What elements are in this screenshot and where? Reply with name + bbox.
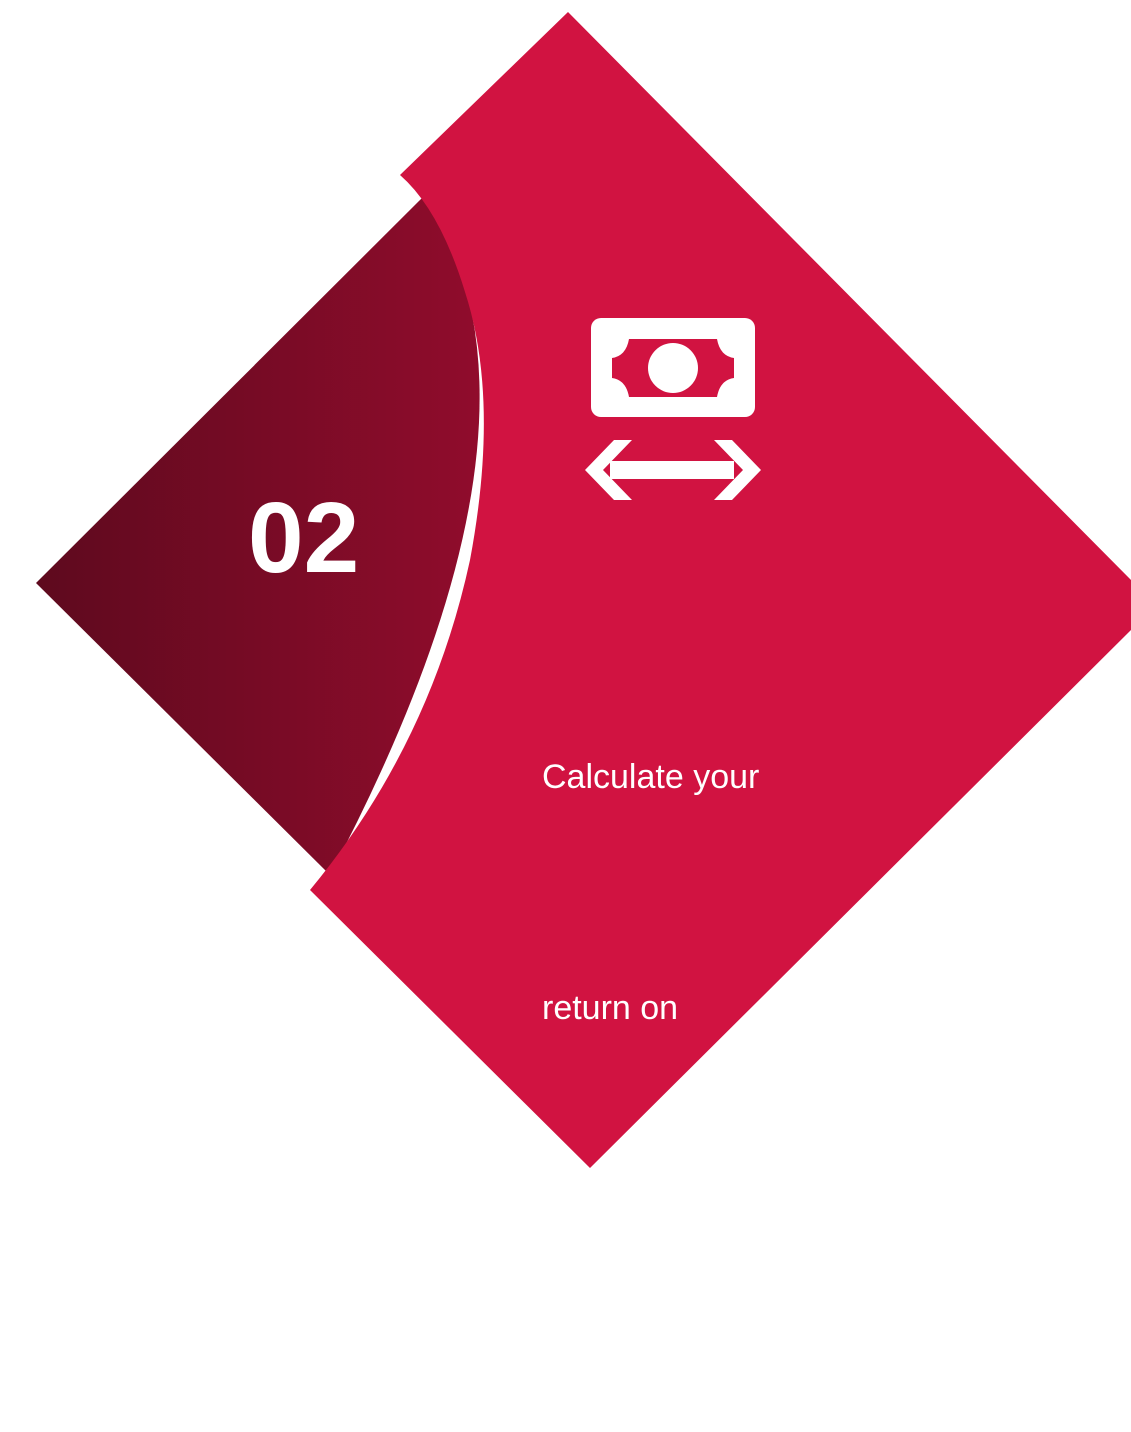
step-description-line: Calculate your xyxy=(542,758,760,796)
step-card: 02 Calculate your return on investment. xyxy=(0,0,1131,1258)
step-description-line: return on xyxy=(542,989,679,1027)
step-description-line: investment. xyxy=(542,1220,726,1258)
step-description: Calculate your return on investment. xyxy=(542,585,862,1432)
step-number: 02 xyxy=(248,482,360,594)
